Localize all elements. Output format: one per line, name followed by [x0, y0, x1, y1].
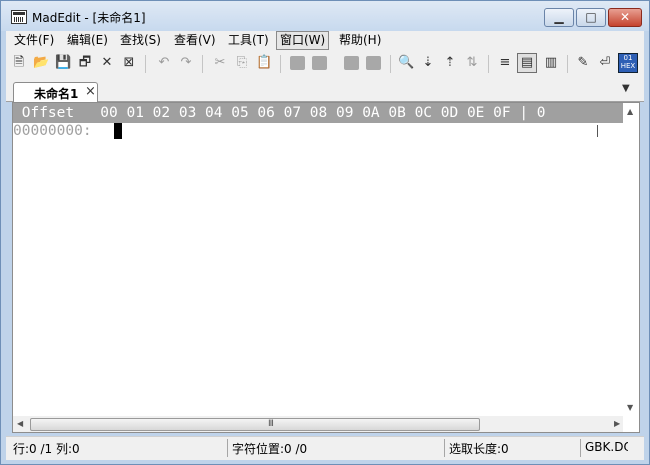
text-caret	[114, 123, 122, 139]
horizontal-scroll-thumb[interactable]: III	[30, 418, 480, 431]
status-line-column: 行:0 /1 列:0	[13, 442, 80, 456]
close-all-icon[interactable]: ⊠	[121, 55, 137, 71]
copy-icon[interactable]: ⎘	[234, 55, 250, 71]
toolbar-separator	[202, 55, 203, 73]
scroll-right-arrow-icon[interactable]: ▶	[614, 419, 620, 428]
indent-icon[interactable]	[290, 56, 305, 70]
status-encoding[interactable]: GBK.DO	[585, 440, 628, 454]
scroll-grip-icon: III	[268, 419, 274, 429]
vertical-scrollbar[interactable]: ▲ ▼	[623, 103, 639, 416]
text-area-caret-marker	[597, 125, 598, 137]
toolbar-separator	[280, 55, 281, 73]
status-divider	[580, 439, 581, 457]
menu-file[interactable]: 文件(F)	[11, 32, 57, 49]
menu-search[interactable]: 查找(S)	[117, 32, 164, 49]
horizontal-scrollbar[interactable]: ◀ III ▶	[13, 416, 623, 432]
window-title: MadEdit - [未命名1]	[32, 11, 146, 25]
text-mode-icon[interactable]: ≡	[497, 55, 513, 71]
tab-untitled-1[interactable]: 未命名1 ×	[13, 82, 98, 102]
find-hex-icon[interactable]: ⇅	[464, 55, 480, 71]
maximize-button[interactable]: □	[576, 8, 606, 27]
status-char-position: 字符位置:0 /0	[232, 442, 308, 456]
tab-label: 未命名1	[34, 87, 79, 101]
menu-bar: 文件(F) 编辑(E) 查找(S) 查看(V) 工具(T) 窗口(W) 帮助(H…	[6, 31, 644, 50]
status-divider	[444, 439, 445, 457]
toolbar-separator	[145, 55, 146, 73]
tab-list-dropdown-icon[interactable]: ▼	[622, 83, 630, 94]
title-bar[interactable]: MadEdit - [未命名1] ▁ □ ✕	[1, 1, 649, 31]
open-file-icon[interactable]: 📂	[33, 55, 49, 71]
close-window-button[interactable]: ✕	[608, 8, 642, 27]
menu-tools[interactable]: 工具(T)	[225, 32, 272, 49]
scroll-left-arrow-icon[interactable]: ◀	[17, 419, 23, 428]
tab-bar: 未命名1 × ▼	[6, 78, 644, 102]
hex-column-header: Offset 00 01 02 03 04 05 06 07 08 09 0A …	[13, 103, 623, 123]
find-icon[interactable]: 🔍	[398, 55, 414, 71]
madedit-app-icon	[11, 10, 27, 24]
close-file-icon[interactable]: ✕	[99, 55, 115, 71]
find-previous-icon[interactable]: ⇡	[442, 55, 458, 71]
undo-icon[interactable]: ↶	[156, 55, 172, 71]
paste-icon[interactable]: 📋	[256, 55, 272, 71]
hex-editor[interactable]: Offset 00 01 02 03 04 05 06 07 08 09 0A …	[12, 102, 640, 433]
column-mode-icon[interactable]: ▤	[517, 53, 537, 73]
menu-view[interactable]: 查看(V)	[171, 32, 219, 49]
main-window: MadEdit - [未命名1] ▁ □ ✕ 文件(F) 编辑(E) 查找(S)…	[0, 0, 650, 465]
menu-edit[interactable]: 编辑(E)	[64, 32, 111, 49]
wrap-icon[interactable]: ⏎	[597, 55, 613, 71]
save-icon[interactable]: 💾	[55, 55, 71, 71]
minimize-button[interactable]: ▁	[544, 8, 574, 27]
menu-help[interactable]: 帮助(H)	[336, 32, 384, 49]
scroll-up-arrow-icon[interactable]: ▲	[627, 107, 633, 116]
comment-icon[interactable]	[344, 56, 359, 70]
tab-close-icon[interactable]: ×	[85, 84, 96, 99]
unindent-icon[interactable]	[312, 56, 327, 70]
new-file-icon[interactable]: 🗎	[11, 55, 27, 71]
toolbar-separator	[390, 55, 391, 73]
toolbar-separator	[488, 55, 489, 73]
hex-view-toggle-icon[interactable]: 01 HEX	[618, 53, 638, 73]
hex-mode-icon[interactable]: ▥	[543, 55, 559, 71]
cut-icon[interactable]: ✂	[212, 55, 228, 71]
menu-window[interactable]: 窗口(W)	[276, 31, 330, 50]
uncomment-icon[interactable]	[366, 56, 381, 70]
find-next-icon[interactable]: ⇣	[420, 55, 436, 71]
toolbar: 🗎 📂 💾 🗗 ✕ ⊠ ↶ ↷ ✂ ⎘ 📋 🔍 ⇣ ⇡ ⇅ ≡ ▤ ▥ ✎ ⏎ …	[6, 50, 644, 78]
save-all-icon[interactable]: 🗗	[77, 55, 93, 71]
scroll-down-arrow-icon[interactable]: ▼	[627, 403, 633, 412]
redo-icon[interactable]: ↷	[178, 55, 194, 71]
edit-icon[interactable]: ✎	[575, 55, 591, 71]
hex-offset-row: 00000000:	[13, 123, 92, 139]
status-bar: 行:0 /1 列:0 字符位置:0 /0 选取长度:0 GBK.DO	[6, 436, 644, 460]
status-divider	[227, 439, 228, 457]
toolbar-separator	[567, 55, 568, 73]
status-selection-length: 选取长度:0	[449, 442, 509, 456]
